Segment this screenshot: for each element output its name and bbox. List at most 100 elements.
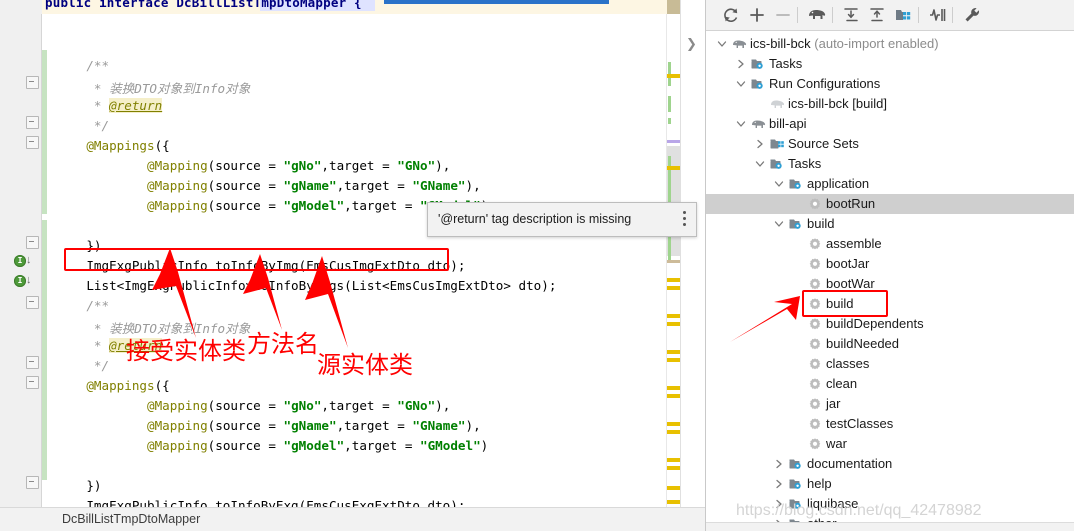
tree-node-label: ics-bill-bck (auto-import enabled) xyxy=(750,36,939,51)
tree-node-label: build xyxy=(807,216,835,231)
gear-icon xyxy=(808,257,823,272)
code-fold-toggle[interactable] xyxy=(26,236,39,249)
code-fold-toggle[interactable] xyxy=(26,116,39,129)
chevron-down-icon[interactable] xyxy=(716,38,728,50)
tree-row[interactable]: build xyxy=(706,294,1074,314)
tree-node-label: application xyxy=(807,176,870,191)
tree-node-label: help xyxy=(807,476,832,491)
refresh-all-gradle-projects-icon[interactable] xyxy=(720,4,742,26)
editor-vertical-scrollbar[interactable]: ❯ xyxy=(680,0,705,508)
tree-row[interactable]: Tasks xyxy=(706,54,1074,74)
folder-gear-icon xyxy=(751,77,766,92)
tree-row[interactable]: help xyxy=(706,474,1074,494)
tree-row[interactable]: clean xyxy=(706,374,1074,394)
tree-row[interactable]: application xyxy=(706,174,1074,194)
chevron-down-icon[interactable] xyxy=(735,78,747,90)
stripe-change-marker xyxy=(668,118,671,124)
gradle-settings-icon[interactable] xyxy=(961,4,983,26)
tree-node-label: ics-bill-bck [build] xyxy=(788,96,887,111)
code-line: * 装换DTO对象到Info对象 xyxy=(56,81,251,96)
code-line: /** xyxy=(56,298,110,313)
tree-row[interactable]: assemble xyxy=(706,234,1074,254)
stripe-warning-marker xyxy=(667,350,681,354)
collapse-all-icon[interactable] xyxy=(866,4,888,26)
top-line-text: public interface DcBillListTmpDtoMapper … xyxy=(45,0,362,10)
tree-node-label: documentation xyxy=(807,456,893,471)
gear-icon xyxy=(808,337,823,352)
tree-row[interactable]: Tasks xyxy=(706,154,1074,174)
tree-row[interactable]: classes xyxy=(706,354,1074,374)
tree-row[interactable]: Run Configurations xyxy=(706,74,1074,94)
chevron-down-icon[interactable] xyxy=(773,178,785,190)
code-fold-toggle[interactable] xyxy=(26,136,39,149)
tree-row[interactable]: bootJar xyxy=(706,254,1074,274)
implemented-marker-icon: I xyxy=(14,255,26,267)
chevron-down-icon[interactable] xyxy=(735,118,747,130)
breadcrumb[interactable]: DcBillListTmpDtoMapper xyxy=(62,512,200,526)
folder-gear-icon xyxy=(770,157,785,172)
gradle-toolbar xyxy=(706,0,1074,31)
toggle-offline-mode-icon[interactable] xyxy=(926,4,948,26)
chevron-right-icon[interactable] xyxy=(773,458,785,470)
stripe-warning-marker xyxy=(667,278,681,282)
code-line: @Mappings({ xyxy=(86,138,170,153)
stripe-warning-marker xyxy=(667,458,681,462)
code-fold-toggle[interactable] xyxy=(26,296,39,309)
annotation-method-name: 方法名 xyxy=(247,330,319,358)
code-line: List<ImgExgPublicInfo>toInfoByImgs(List<… xyxy=(56,278,557,293)
code-line: @Mapping(source = "gName",target = "GNam… xyxy=(147,418,481,433)
tree-row[interactable]: war xyxy=(706,434,1074,454)
implemented-method-gutter-icon[interactable]: I ↓ xyxy=(14,274,36,288)
code-line: @Mapping(source = "gNo",target = "GNo"), xyxy=(147,398,451,413)
tree-row[interactable]: bootWar xyxy=(706,274,1074,294)
tree-row[interactable]: buildNeeded xyxy=(706,334,1074,354)
inspection-tooltip: '@return' tag description is missing xyxy=(427,202,697,237)
tree-node-label: assemble xyxy=(826,236,882,251)
tree-row[interactable]: build xyxy=(706,214,1074,234)
chevron-right-icon[interactable] xyxy=(773,478,785,490)
code-fold-toggle[interactable] xyxy=(26,476,39,489)
code-fold-toggle[interactable] xyxy=(26,76,39,89)
tree-row[interactable]: bill-api xyxy=(706,114,1074,134)
tree-row[interactable]: documentation xyxy=(706,454,1074,474)
annotation-source-entity: 源实体类 xyxy=(317,351,413,379)
annotation-accept-entity: 接受实体类 xyxy=(126,337,246,365)
error-stripe-top-indicator[interactable] xyxy=(667,0,681,14)
code-fold-toggle[interactable] xyxy=(26,376,39,389)
gear-icon xyxy=(808,397,823,412)
tree-node-label: clean xyxy=(826,376,858,391)
tree-row[interactable]: Source Sets xyxy=(706,134,1074,154)
folder-gear-icon xyxy=(789,457,804,472)
highlight-box-method-signature xyxy=(64,248,449,271)
tree-row[interactable]: ics-bill-bck (auto-import enabled) xyxy=(706,34,1074,54)
show-modules-icon[interactable] xyxy=(892,4,914,26)
chevron-right-icon[interactable] xyxy=(735,58,747,70)
gear-icon xyxy=(808,417,823,432)
code-fold-toggle[interactable] xyxy=(26,356,39,369)
tree-node-label: Source Sets xyxy=(788,136,859,151)
execute-gradle-task-icon[interactable] xyxy=(806,4,828,26)
tree-row[interactable]: ics-bill-bck [build] xyxy=(706,94,1074,114)
expand-all-icon[interactable] xyxy=(840,4,862,26)
tree-row[interactable]: jar xyxy=(706,394,1074,414)
gradle-tool-window: ics-bill-bck (auto-import enabled) Tasks R… xyxy=(705,0,1074,531)
attach-gradle-project-icon[interactable] xyxy=(746,4,768,26)
elephant-icon xyxy=(751,117,766,132)
chevron-right-icon[interactable] xyxy=(754,138,766,150)
gradle-project-tree[interactable]: ics-bill-bck (auto-import enabled) Tasks R… xyxy=(706,31,1074,523)
implemented-method-gutter-icon[interactable]: I ↓ xyxy=(14,254,36,268)
tree-row[interactable]: buildDependents xyxy=(706,314,1074,334)
detach-gradle-project-icon[interactable] xyxy=(772,4,794,26)
chevron-down-icon[interactable] xyxy=(754,158,766,170)
tree-row[interactable]: testClasses xyxy=(706,414,1074,434)
tree-node-label: bootJar xyxy=(826,256,870,271)
code-line: /** xyxy=(56,58,110,73)
tooltip-more-options-icon[interactable] xyxy=(683,211,686,227)
folder-gear-icon xyxy=(789,217,804,232)
error-stripe[interactable] xyxy=(666,14,681,508)
toolbar-separator xyxy=(832,7,833,23)
chevron-down-icon[interactable] xyxy=(773,218,785,230)
top-line-gutter xyxy=(0,0,42,14)
tree-row-selected[interactable]: bootRun xyxy=(706,194,1074,214)
tree-node-label: Run Configurations xyxy=(769,76,881,91)
